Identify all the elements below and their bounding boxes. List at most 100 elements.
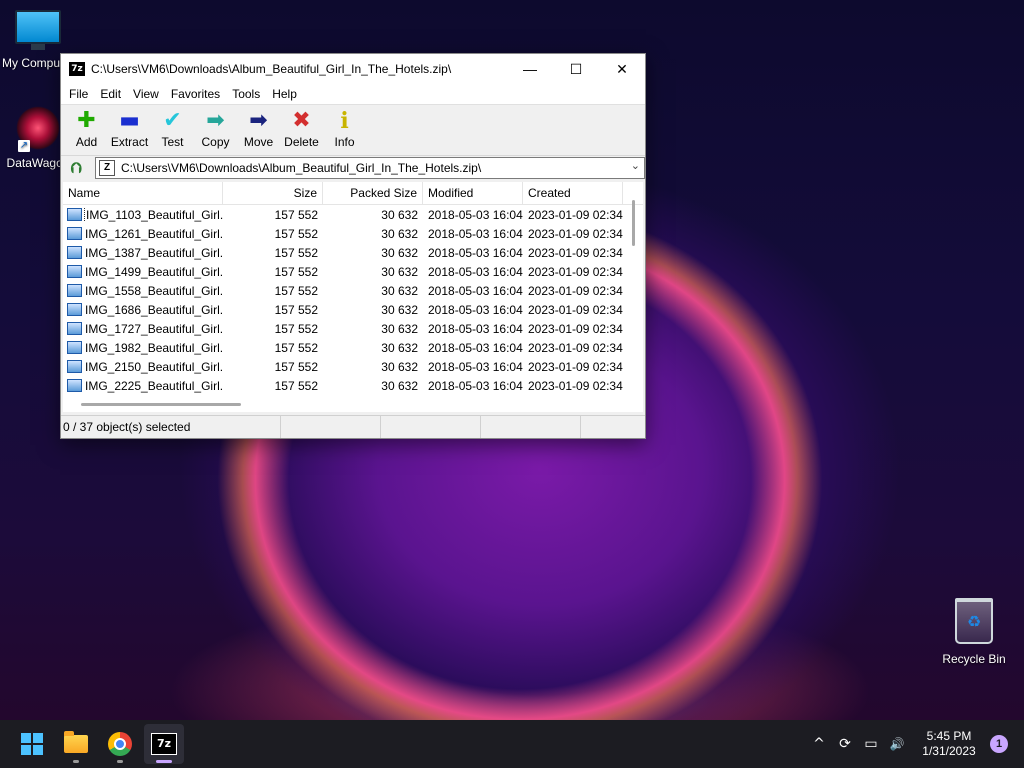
notification-badge[interactable]: 1 (990, 735, 1008, 753)
delete-button[interactable]: ✖ Delete (280, 105, 323, 150)
sync-icon[interactable]: ⟳ (832, 736, 858, 752)
file-created: 2023-01-09 02:34 (528, 378, 623, 393)
info-label: Info (334, 135, 355, 149)
delete-label: Delete (284, 135, 319, 149)
file-modified: 2018-05-03 16:04 (428, 321, 523, 336)
table-row[interactable]: IMG_1499_Beautiful_Girl... 157 552 30 63… (63, 262, 643, 281)
taskbar-chrome[interactable] (100, 724, 140, 764)
file-modified: 2018-05-03 16:04 (428, 207, 523, 222)
extract-button[interactable]: ▬ Extract (108, 105, 151, 150)
path-text: C:\Users\VM6\Downloads\Album_Beautiful_G… (121, 161, 482, 175)
horizontal-scrollbar[interactable] (81, 403, 241, 406)
file-created: 2023-01-09 02:34 (528, 340, 623, 355)
file-created: 2023-01-09 02:34 (528, 302, 623, 317)
table-row[interactable]: IMG_1982_Beautiful_Girl... 157 552 30 63… (63, 338, 643, 357)
network-icon[interactable]: ▭ (858, 736, 884, 752)
file-list[interactable]: Name Size Packed Size Modified Created I… (63, 182, 643, 412)
file-size: 157 552 (274, 283, 318, 298)
menu-help[interactable]: Help (266, 87, 303, 101)
image-file-icon (67, 360, 82, 373)
file-name: IMG_1387_Beautiful_Girl... (85, 245, 223, 260)
info-button[interactable]: i Info (323, 105, 366, 149)
test-check-icon: ✔ (163, 108, 182, 133)
table-row[interactable]: IMG_1727_Beautiful_Girl... 157 552 30 63… (63, 319, 643, 338)
7zip-app-icon: 7z (69, 62, 85, 76)
7zip-file-manager-window: 7z C:\Users\VM6\Downloads\Album_Beautifu… (60, 53, 646, 439)
minimize-button[interactable]: — (507, 54, 553, 84)
up-arrow-icon: ⮉ (70, 159, 82, 177)
file-modified: 2018-05-03 16:04 (428, 245, 523, 260)
move-arrow-icon: ➡ (249, 108, 268, 133)
file-name: IMG_2225_Beautiful_Girl... (85, 378, 223, 393)
file-created: 2023-01-09 02:34 (528, 207, 623, 222)
file-created: 2023-01-09 02:34 (528, 245, 623, 260)
file-modified: 2018-05-03 16:04 (428, 378, 523, 393)
chevron-down-icon[interactable]: ⌄ (631, 159, 640, 172)
image-file-icon (67, 265, 82, 278)
7zip-icon: 7z (151, 733, 177, 755)
file-name: IMG_1261_Beautiful_Girl... (85, 226, 223, 241)
toolbar: ✚ Add ▬ Extract ✔ Test ➡ Copy ➡ Move ✖ D… (61, 104, 645, 155)
path-combobox[interactable]: Z C:\Users\VM6\Downloads\Album_Beautiful… (95, 157, 645, 179)
table-row[interactable]: IMG_1103_Beautiful_Girl... 157 552 30 63… (63, 205, 643, 224)
file-name: IMG_1558_Beautiful_Girl... (85, 283, 223, 298)
title-bar[interactable]: 7z C:\Users\VM6\Downloads\Album_Beautifu… (61, 54, 645, 84)
vertical-scrollbar[interactable] (632, 200, 635, 246)
taskbar-7zip[interactable]: 7z (144, 724, 184, 764)
table-row[interactable]: IMG_1686_Beautiful_Girl... 157 552 30 63… (63, 300, 643, 319)
copy-button[interactable]: ➡ Copy (194, 105, 237, 150)
test-button[interactable]: ✔ Test (151, 105, 194, 150)
menu-favorites[interactable]: Favorites (165, 87, 226, 101)
column-header-created[interactable]: Created (523, 182, 623, 204)
clock-time: 5:45 PM (926, 729, 972, 743)
menu-view[interactable]: View (127, 87, 165, 101)
column-header-packed-size[interactable]: Packed Size (323, 182, 423, 204)
add-label: Add (75, 135, 98, 149)
extract-label: Extract (110, 135, 149, 149)
image-file-icon (67, 303, 82, 316)
column-header-size[interactable]: Size (223, 182, 323, 204)
file-modified: 2018-05-03 16:04 (428, 226, 523, 241)
start-button[interactable] (12, 724, 52, 764)
file-modified: 2018-05-03 16:04 (428, 359, 523, 374)
column-header-name[interactable]: Name (63, 182, 223, 204)
parent-folder-button[interactable]: ⮉ (65, 157, 87, 179)
status-cell-packed (381, 416, 481, 438)
desktop-icon-recycle-bin[interactable]: ♻ Recycle Bin (936, 598, 1012, 666)
file-packed-size: 30 632 (381, 340, 418, 355)
windows-start-icon (21, 733, 43, 755)
menu-file[interactable]: File (63, 87, 94, 101)
file-created: 2023-01-09 02:34 (528, 226, 623, 241)
image-file-icon (67, 379, 82, 392)
menu-edit[interactable]: Edit (94, 87, 127, 101)
move-button[interactable]: ➡ Move (237, 105, 280, 150)
add-button[interactable]: ✚ Add (65, 105, 108, 150)
menu-tools[interactable]: Tools (226, 87, 266, 101)
table-row[interactable]: IMG_1261_Beautiful_Girl... 157 552 30 63… (63, 224, 643, 243)
show-hidden-icons-chevron-icon[interactable]: ^ (806, 736, 832, 752)
volume-icon[interactable]: 🔊 (884, 737, 910, 751)
table-row[interactable]: IMG_1558_Beautiful_Girl... 157 552 30 63… (63, 281, 643, 300)
extract-minus-icon: ▬ (119, 108, 140, 133)
file-modified: 2018-05-03 16:04 (428, 340, 523, 355)
file-packed-size: 30 632 (381, 321, 418, 336)
image-file-icon (67, 246, 82, 259)
maximize-button[interactable]: ☐ (553, 54, 599, 84)
file-size: 157 552 (274, 302, 318, 317)
running-indicator (73, 760, 79, 763)
table-row[interactable]: IMG_2225_Beautiful_Girl... 157 552 30 63… (63, 376, 643, 395)
desktop-icon-label: Recycle Bin (942, 652, 1006, 666)
chrome-icon (108, 732, 132, 756)
table-row[interactable]: IMG_1387_Beautiful_Girl... 157 552 30 63… (63, 243, 643, 262)
clock[interactable]: 5:45 PM 1/31/2023 (914, 729, 984, 759)
status-cell-size (281, 416, 381, 438)
file-size: 157 552 (274, 340, 318, 355)
info-icon: i (340, 108, 349, 134)
close-button[interactable]: ✕ (599, 54, 645, 84)
column-header-modified[interactable]: Modified (423, 182, 523, 204)
table-row[interactable]: IMG_2150_Beautiful_Girl... 157 552 30 63… (63, 357, 643, 376)
taskbar-file-explorer[interactable] (56, 724, 96, 764)
file-name: IMG_1686_Beautiful_Girl... (85, 302, 223, 317)
file-packed-size: 30 632 (381, 302, 418, 317)
address-bar: ⮉ Z C:\Users\VM6\Downloads\Album_Beautif… (61, 155, 645, 180)
